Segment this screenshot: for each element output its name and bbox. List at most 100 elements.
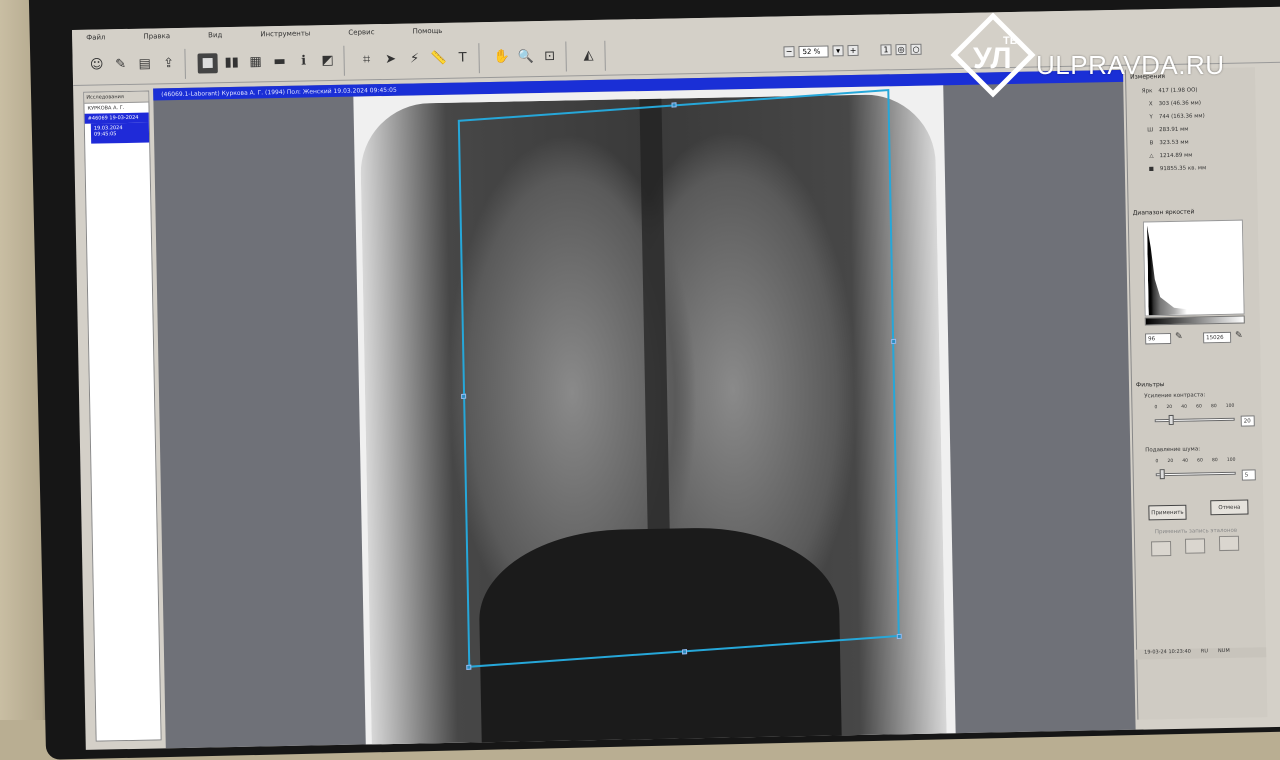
zoom-select[interactable]: 52 % — [798, 44, 829, 58]
right-panel: Измерения Ярк 417 (1.98 ОО) X 303 (46.36 м… — [1124, 67, 1268, 720]
tick-label: 40 — [1182, 458, 1189, 464]
measure-key: Y — [1149, 113, 1153, 120]
tick-label: 60 — [1197, 458, 1203, 464]
measure-value: 744 (163.36 мм) — [1158, 112, 1205, 120]
brightness-histogram — [1142, 219, 1245, 317]
tick-label: 60 — [1196, 404, 1202, 410]
layout-1x1-icon[interactable]: ■ — [197, 52, 218, 74]
selection-handle-top[interactable] — [671, 102, 677, 108]
zoom-fit-icon[interactable]: ◎ — [895, 43, 907, 56]
selection-handle-left[interactable] — [461, 393, 467, 400]
filters-title: Фильтры — [1135, 381, 1165, 389]
brightness-max-field[interactable]: 15026 — [1203, 331, 1232, 344]
measure-value: 417 (1.98 ОО) — [1158, 86, 1198, 94]
tick-label: 0 — [1154, 405, 1158, 411]
tick-label: 80 — [1211, 458, 1218, 464]
image-tools: ⌗ ➤ ⚡ 📏 T — [350, 42, 480, 76]
noise-label: Подавление шума: — [1145, 446, 1201, 454]
patient-icon[interactable]: ☺ — [86, 55, 106, 75]
xray-film — [353, 85, 956, 750]
crop-selection-frame[interactable] — [457, 89, 902, 670]
image-viewer[interactable]: (46069.1-Laborant) Куркова А. Г. (1994) … — [153, 69, 1136, 750]
wand-icon[interactable]: ⚡ — [404, 49, 424, 69]
layout-1x2-icon[interactable]: ▮▮ — [221, 52, 241, 72]
preset-button-1[interactable] — [1151, 540, 1172, 557]
preset-label: Применить запись эталонов — [1154, 527, 1238, 536]
zoom-out-button[interactable]: − — [783, 46, 795, 58]
zoom-dropdown-icon[interactable]: ▾ — [832, 45, 844, 57]
noise-ticks: 0 20 40 60 80 100 — [1155, 458, 1235, 465]
ruler-icon[interactable]: 📏 — [428, 48, 448, 68]
document-icon[interactable]: ▤ — [134, 54, 154, 74]
tree-image[interactable]: 19.03.2024 09:45:05 — [90, 122, 150, 144]
menu-edit[interactable]: Правка — [143, 32, 170, 41]
brightness-min-field[interactable]: 96 — [1145, 332, 1172, 345]
noise-value[interactable]: 5 — [1241, 469, 1256, 481]
contrast-knob[interactable] — [1168, 414, 1174, 426]
menu-view[interactable]: Вид — [208, 31, 222, 39]
crop-icon[interactable]: ⌗ — [356, 50, 376, 70]
study-tree: Исследования КУРКОВА А. Г. #46069 19-03-… — [83, 90, 162, 742]
menu-service[interactable]: Сервис — [348, 28, 374, 37]
layout-rows-icon[interactable]: ▬ — [269, 51, 289, 71]
brand-text: ULPRAVDA.RU — [1036, 50, 1225, 80]
brightness-section: Диапазон яркостей 96 ✎ 15026 ✎ — [1133, 207, 1256, 359]
measure-key: Ярк — [1141, 87, 1153, 94]
preset-button-2[interactable] — [1184, 538, 1206, 554]
measure-value: 323.53 мм — [1159, 139, 1189, 146]
measure-value: 1214.89 мм — [1159, 152, 1193, 159]
layout-custom-icon[interactable]: ◩ — [317, 50, 337, 70]
tree-image-time: 09:45:05 — [93, 131, 117, 138]
tick-label: 20 — [1166, 404, 1173, 411]
pointer-icon[interactable]: ➤ — [380, 49, 400, 69]
tick-label: 0 — [1155, 459, 1159, 465]
export-icon[interactable]: ⇪ — [158, 53, 178, 73]
magnifier-icon[interactable]: 🔍 — [515, 47, 535, 67]
measure-key: △ — [1149, 152, 1154, 159]
cancel-button[interactable]: Отмена — [1210, 499, 1249, 516]
noise-knob[interactable] — [1159, 469, 1165, 480]
noise-slider[interactable]: 0 20 40 60 80 100 — [1145, 458, 1245, 480]
pan-hand-icon[interactable]: ✋ — [491, 47, 511, 67]
max-picker-icon[interactable]: ✎ — [1235, 331, 1243, 341]
menu-tools[interactable]: Инструменты — [260, 29, 310, 38]
monitor-screen: Файл Правка Вид Инструменты Сервис Помощ… — [72, 5, 1280, 750]
tick-label: 40 — [1181, 404, 1188, 410]
menu-file[interactable]: Файл — [86, 33, 105, 41]
measure-section: Измерения Ярк 417 (1.98 ОО) X 303 (46.36 м… — [1130, 71, 1252, 175]
status-datetime: 19-03-24 10:23:40 — [1144, 648, 1191, 656]
text-icon[interactable]: T — [452, 48, 472, 68]
tick-label: 100 — [1225, 403, 1235, 409]
layout-info-icon[interactable]: ℹ — [293, 51, 313, 71]
contrast-icon[interactable]: ◭ — [578, 45, 598, 65]
measure-key: X — [1148, 100, 1153, 107]
selection-handle-bottom-right[interactable] — [896, 633, 902, 640]
min-picker-icon[interactable]: ✎ — [1175, 332, 1183, 342]
zoom-in-button[interactable]: + — [847, 44, 859, 57]
contrast-value[interactable]: 20 — [1240, 415, 1255, 427]
selection-handle-bottom[interactable] — [682, 649, 688, 655]
layout-2x2-icon[interactable]: ▦ — [245, 52, 265, 72]
tick-label: 100 — [1226, 457, 1236, 463]
measure-key: Ш — [1147, 126, 1154, 133]
brightness-ramp[interactable] — [1144, 315, 1245, 326]
logo-sup-text: ТВ — [1003, 35, 1018, 47]
fit-icon[interactable]: ⊡ — [539, 46, 559, 66]
zoom-actual-icon[interactable]: 1 — [880, 44, 892, 56]
layout-tools: ■ ▮▮ ▦ ▬ ℹ ◩ — [191, 45, 345, 79]
status-num: NUM — [1217, 647, 1230, 655]
preset-button-3[interactable] — [1218, 535, 1240, 552]
status-lang: RU — [1200, 648, 1209, 655]
measure-value: 303 (46.36 мм) — [1158, 99, 1202, 107]
apply-button[interactable]: Применить — [1148, 504, 1187, 521]
zoom-control: − 52 % ▾ + 1 ◎ ○ — [783, 43, 922, 58]
zoom-reset-icon[interactable]: ○ — [910, 43, 922, 55]
edit-icon[interactable]: ✎ — [110, 54, 130, 74]
tick-label: 20 — [1167, 458, 1174, 465]
contrast-slider[interactable]: 0 20 40 60 80 100 — [1144, 403, 1244, 426]
menu-help[interactable]: Помощь — [412, 27, 442, 36]
measure-value: 91855.35 кв. мм — [1159, 164, 1207, 172]
view-tools: ✋ 🔍 ⊡ — [485, 41, 567, 73]
selection-handle-bottom-left[interactable] — [466, 664, 472, 670]
selection-handle-right[interactable] — [891, 338, 897, 345]
